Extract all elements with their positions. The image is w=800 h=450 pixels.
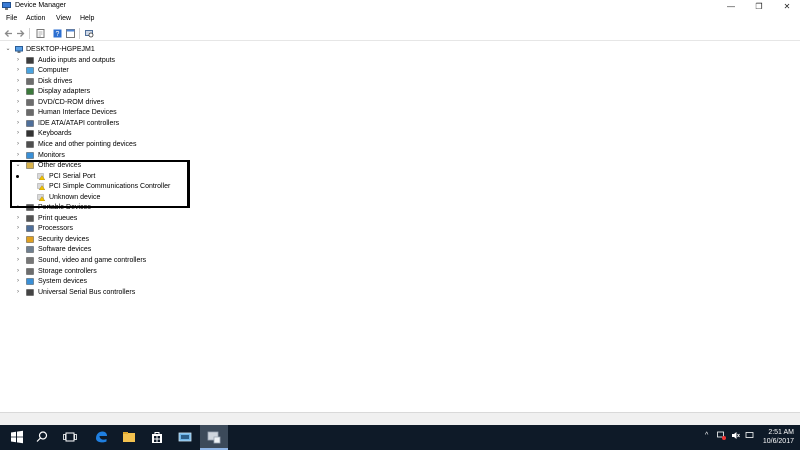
chevron-right-icon[interactable]: › (15, 87, 21, 95)
windows-start-icon[interactable] (9, 429, 25, 445)
disk-drive-icon (26, 77, 34, 85)
status-bar (0, 412, 800, 426)
tree-category-label: Processors (38, 225, 74, 233)
display-adapter-icon (26, 88, 34, 95)
menu-help[interactable]: Help (80, 15, 94, 22)
chevron-right-icon[interactable]: › (15, 151, 21, 159)
chevron-right-icon[interactable]: › (15, 98, 21, 106)
tree-category-label: Universal Serial Bus controllers (38, 288, 136, 296)
search-icon[interactable] (34, 429, 50, 445)
forward-arrow-icon[interactable] (16, 29, 25, 38)
tree-category-label: DVD/CD-ROM drives (38, 98, 105, 106)
chevron-right-icon[interactable]: › (15, 108, 21, 116)
minimize-button[interactable]: — (718, 0, 744, 13)
device-manager-task-active[interactable] (200, 425, 228, 450)
network-app-icon[interactable] (177, 429, 193, 445)
toolbar-separator (79, 28, 80, 39)
volume-muted-icon[interactable] (731, 431, 740, 440)
tree-category-label: Security devices (38, 235, 89, 243)
tree-category-label: Keyboards (38, 130, 72, 138)
file-explorer-icon[interactable] (121, 429, 137, 445)
svg-text:?: ? (56, 31, 60, 38)
menu-view[interactable]: View (56, 15, 71, 22)
monitor-icon (26, 151, 34, 159)
scan-hardware-icon[interactable] (85, 29, 94, 38)
task-view-icon[interactable] (62, 429, 78, 445)
tree-category-label: Human Interface Devices (38, 109, 117, 117)
printer-icon (26, 215, 34, 222)
taskbar: ^ 2:51 AM 10/6/2017 (0, 425, 800, 450)
toolbar: ? (0, 27, 800, 41)
menu-file[interactable]: File (6, 15, 17, 22)
chevron-right-icon[interactable]: › (15, 129, 21, 137)
clock[interactable]: 2:51 AM 10/6/2017 (763, 428, 794, 446)
ide-controller-icon (26, 120, 34, 127)
chevron-right-icon[interactable]: › (15, 245, 21, 253)
chevron-right-icon[interactable]: › (15, 56, 21, 64)
clock-time: 2:51 AM (768, 429, 794, 436)
store-icon[interactable] (149, 429, 165, 445)
chevron-up-icon[interactable]: ^ (705, 431, 714, 440)
storage-icon (26, 267, 34, 275)
view-panel-icon[interactable] (66, 29, 75, 38)
tree-category-label: Print queues (38, 214, 78, 222)
tree-category-label: Sound, video and game controllers (38, 257, 147, 264)
software-device-icon (26, 246, 34, 254)
action-center-icon[interactable] (745, 431, 754, 440)
sound-icon (26, 257, 34, 264)
properties-icon[interactable] (36, 29, 45, 38)
chevron-right-icon[interactable]: › (15, 119, 21, 127)
chevron-right-icon[interactable]: › (15, 140, 21, 148)
back-arrow-icon[interactable] (4, 29, 13, 38)
device-manager-icon (2, 2, 11, 10)
chevron-right-icon[interactable]: › (15, 267, 21, 275)
chevron-right-icon[interactable]: › (15, 224, 21, 232)
tree-category-label: Mice and other pointing devices (38, 140, 137, 148)
processor-icon (26, 225, 34, 233)
tree-category-label: Storage controllers (38, 267, 97, 275)
chevron-right-icon[interactable]: › (15, 66, 21, 74)
title-bar: Device Manager — ❐ ✕ (0, 0, 800, 13)
hid-icon (26, 109, 34, 116)
chevron-right-icon[interactable]: › (15, 277, 21, 285)
tree-category-label: IDE ATA/ATAPI controllers (38, 119, 120, 127)
maximize-button[interactable]: ❐ (746, 0, 772, 13)
system-device-icon (26, 278, 34, 285)
usb-icon (26, 288, 34, 296)
close-button[interactable]: ✕ (774, 0, 800, 13)
menu-bar: File Action View Help (0, 13, 800, 26)
dvd-drive-icon (26, 99, 34, 106)
chevron-right-icon[interactable]: › (15, 288, 21, 296)
tree-category-label: Audio inputs and outputs (38, 56, 116, 64)
help-icon[interactable]: ? (53, 29, 62, 38)
device-manager-taskbar-icon (207, 431, 221, 444)
tree-category-label: Monitors (38, 151, 65, 159)
chevron-down-icon[interactable]: ⌄ (5, 45, 11, 53)
keyboard-icon (26, 130, 34, 138)
tree-category-label: Software devices (38, 246, 92, 254)
menu-action[interactable]: Action (26, 15, 45, 22)
device-tree: ⌄ DESKTOP-HGPEJM1 › Audio inputs and outp… (0, 42, 800, 412)
tree-category-label: Disk drives (38, 77, 73, 85)
tree-category-label: System devices (38, 278, 88, 286)
tree-category-label: Display adapters (38, 88, 91, 96)
edge-browser-icon[interactable] (93, 429, 109, 445)
annotation-dot (16, 175, 19, 178)
security-icon (26, 236, 34, 243)
tree-category-label: Computer (38, 67, 69, 75)
window-title: Device Manager (15, 2, 66, 9)
tree-root-label: DESKTOP-HGPEJM1 (26, 46, 95, 53)
chevron-right-icon[interactable]: › (15, 77, 21, 85)
computer-icon (15, 46, 23, 53)
chevron-right-icon[interactable]: › (15, 235, 21, 243)
annotation-box (10, 160, 190, 208)
clock-date: 10/6/2017 (762, 438, 794, 445)
toolbar-separator (29, 28, 30, 39)
chevron-right-icon[interactable]: › (15, 256, 21, 264)
network-warning-icon[interactable] (717, 431, 726, 440)
chevron-right-icon[interactable]: › (15, 214, 21, 222)
audio-icon (26, 56, 34, 64)
mouse-icon (26, 141, 34, 148)
computer-icon (26, 67, 34, 74)
